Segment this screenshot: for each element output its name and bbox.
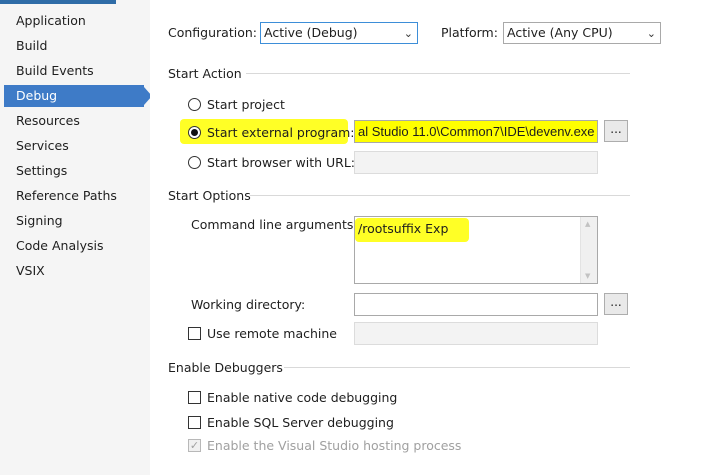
sidebar-item-signing[interactable]: Signing — [4, 210, 144, 232]
native-code-debugging-checkbox[interactable] — [188, 391, 201, 404]
browser-url-input[interactable] — [354, 151, 598, 174]
chevron-down-icon: ⌄ — [646, 27, 656, 40]
hosting-process-checkbox[interactable]: ✓ — [188, 439, 201, 452]
use-remote-machine-checkbox[interactable] — [188, 327, 201, 340]
native-code-debugging-label: Enable native code debugging — [207, 390, 398, 405]
textarea-scrollbar[interactable]: ▲ ▼ — [580, 217, 597, 283]
enable-debuggers-heading: Enable Debuggers — [168, 360, 283, 375]
remote-machine-input[interactable] — [354, 322, 598, 345]
sidebar-nav: Application Build Build Events Debug Res… — [0, 0, 152, 475]
sql-server-debugging-checkbox[interactable] — [188, 416, 201, 429]
configuration-label: Configuration: — [168, 25, 257, 40]
sidebar-item-build-events[interactable]: Build Events — [4, 60, 144, 82]
start-options-heading: Start Options — [168, 188, 251, 203]
start-browser-label: Start browser with URL: — [207, 155, 355, 170]
platform-label: Platform: — [441, 25, 498, 40]
start-project-radio[interactable] — [188, 98, 201, 111]
command-line-arguments-label: Command line arguments: — [191, 217, 358, 232]
sql-server-debugging-label: Enable SQL Server debugging — [207, 415, 394, 430]
sidebar-item-code-analysis[interactable]: Code Analysis — [4, 235, 144, 257]
sidebar-item-vsix[interactable]: VSIX — [4, 260, 144, 282]
start-project-label: Start project — [207, 97, 285, 112]
sidebar-item-application[interactable]: Application — [4, 10, 144, 32]
section-divider — [284, 367, 630, 368]
sidebar-item-debug[interactable]: Debug — [4, 85, 144, 107]
sidebar-item-reference-paths[interactable]: Reference Paths — [4, 185, 144, 207]
section-divider — [250, 195, 630, 196]
hosting-process-label: Enable the Visual Studio hosting process — [207, 438, 462, 453]
start-external-program-radio[interactable] — [188, 126, 201, 139]
sidebar-item-resources[interactable]: Resources — [4, 110, 144, 132]
sidebar-item-settings[interactable]: Settings — [4, 160, 144, 182]
browse-working-directory-button[interactable]: ... — [604, 293, 628, 315]
sidebar-item-build[interactable]: Build — [4, 35, 144, 57]
command-line-arguments-textarea[interactable]: /rootsuffix Exp ▲ ▼ — [354, 216, 598, 284]
scroll-up-icon[interactable]: ▲ — [585, 220, 590, 228]
start-action-heading: Start Action — [168, 66, 242, 81]
browse-external-program-button[interactable]: ... — [604, 120, 628, 142]
platform-value: Active (Any CPU) — [507, 25, 613, 40]
debug-settings-panel: Configuration: Active (Debug) ⌄ Platform… — [150, 0, 708, 475]
working-directory-input[interactable] — [354, 293, 598, 316]
configuration-value: Active (Debug) — [264, 25, 358, 40]
section-divider — [246, 73, 630, 74]
scroll-down-icon[interactable]: ▼ — [585, 272, 590, 280]
platform-dropdown[interactable]: Active (Any CPU) ⌄ — [503, 22, 661, 44]
sidebar-top-accent — [0, 0, 116, 4]
sidebar-item-services[interactable]: Services — [4, 135, 144, 157]
use-remote-machine-label: Use remote machine — [207, 326, 337, 341]
chevron-down-icon: ⌄ — [403, 27, 413, 40]
working-directory-label: Working directory: — [191, 297, 306, 312]
command-line-arguments-value: /rootsuffix Exp — [358, 221, 449, 236]
start-browser-radio[interactable] — [188, 156, 201, 169]
external-program-path-input[interactable]: al Studio 11.0\Common7\IDE\devenv.exe — [354, 120, 598, 143]
configuration-dropdown[interactable]: Active (Debug) ⌄ — [260, 22, 418, 44]
start-external-program-label: Start external program: — [207, 125, 355, 140]
